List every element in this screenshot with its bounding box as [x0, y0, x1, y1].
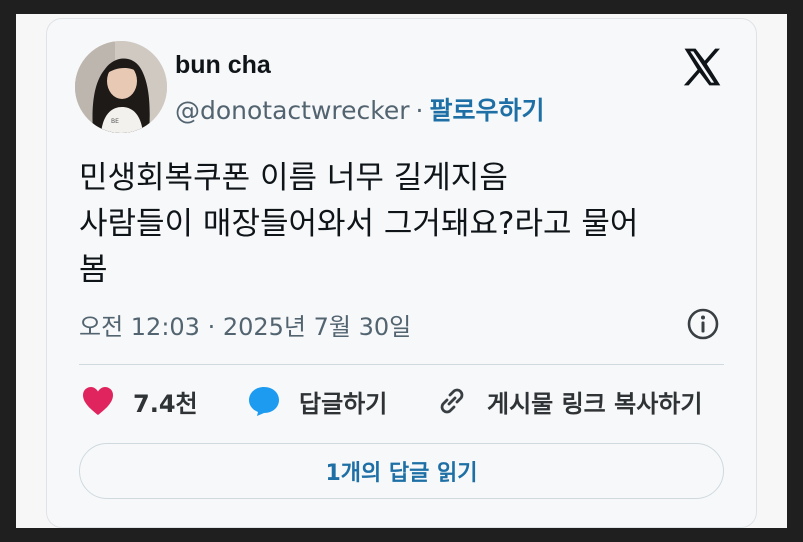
separator-dot: ·: [415, 96, 424, 125]
copy-link-button[interactable]: 게시물 링크 복사하기: [435, 381, 702, 421]
action-bar: 7.4천 답글하기 게시물 링크 복사하기: [79, 381, 724, 421]
handle-row: @donotactwrecker · 팔로우하기: [175, 91, 545, 127]
like-count: 7.4천: [133, 389, 198, 418]
tweet-line: 사람들이 매장들어와서 그거돼요?라고 물어: [79, 206, 639, 242]
heart-icon: [83, 387, 113, 415]
follow-button[interactable]: 팔로우하기: [429, 96, 544, 125]
tweet-line: 봄: [79, 252, 108, 288]
avatar[interactable]: BE: [75, 41, 167, 133]
info-icon[interactable]: [686, 307, 720, 341]
svg-text:BE: BE: [111, 118, 119, 125]
reply-button[interactable]: 답글하기: [247, 381, 387, 421]
tweet-text: 민생회복쿠폰 이름 너무 길게지음 사람들이 매장들어와서 그거돼요?라고 물어…: [79, 155, 729, 293]
page-background: BE bun cha @donotactwrecker · 팔로우하기 민생회복쿠폰…: [16, 14, 787, 528]
tweet-timestamp[interactable]: 오전 12:03 · 2025년 7월 30일: [79, 307, 411, 342]
read-replies-button[interactable]: 1개의 답글 읽기: [79, 443, 724, 499]
like-button[interactable]: 7.4천: [81, 381, 198, 421]
x-logo-icon[interactable]: [680, 45, 724, 89]
tweet-line: 민생회복쿠폰 이름 너무 길게지음: [79, 160, 508, 196]
divider: [79, 364, 724, 365]
display-name[interactable]: bun cha: [175, 51, 271, 80]
tweet-card[interactable]: BE bun cha @donotactwrecker · 팔로우하기 민생회복쿠폰…: [46, 18, 757, 528]
link-icon: [440, 388, 464, 414]
copy-link-label: 게시물 링크 복사하기: [487, 389, 703, 418]
user-handle[interactable]: @donotactwrecker: [175, 96, 410, 125]
reply-label: 답글하기: [299, 389, 388, 418]
reply-bubble-icon: [249, 387, 279, 416]
